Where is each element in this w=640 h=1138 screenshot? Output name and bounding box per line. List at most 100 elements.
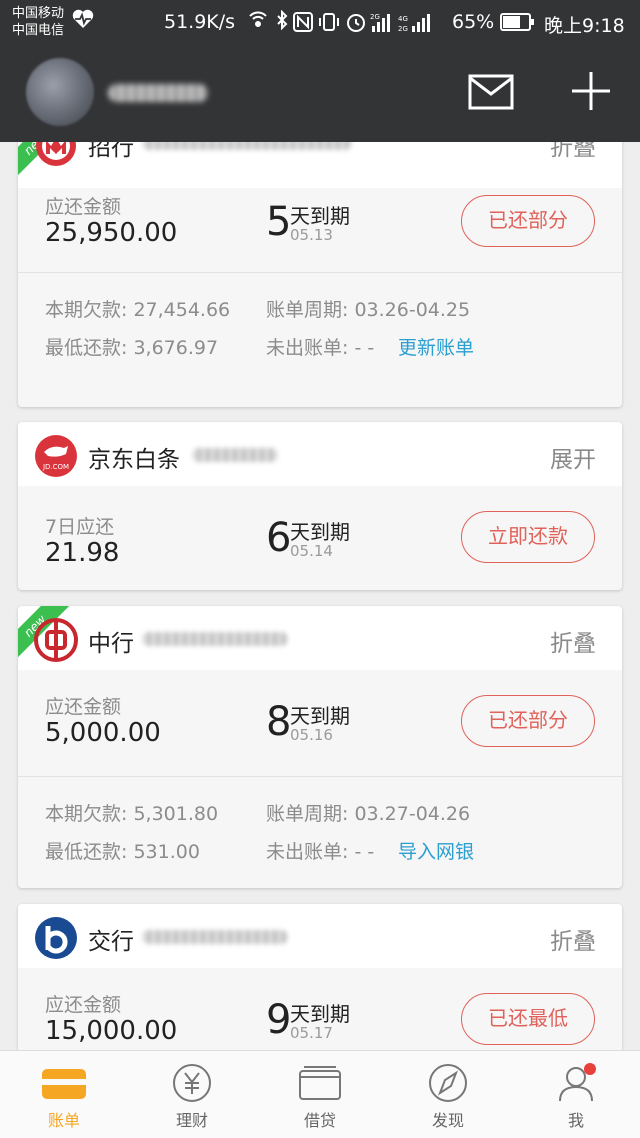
amount-value: 15,000.00 bbox=[45, 1016, 178, 1046]
card-details: 本期欠款: 5,301.80 账单周期: 03.27-04.26 最低还款: 5… bbox=[18, 776, 622, 888]
unbilled-amount: 未出账单: - - bbox=[266, 841, 375, 863]
username-redacted bbox=[108, 84, 208, 102]
user-icon bbox=[559, 1063, 596, 1102]
card-summary: 应还金额 15,000.00 9 天到期 05.17 已还最低 bbox=[18, 968, 622, 1050]
tab-bills[interactable]: 账单 bbox=[0, 1051, 128, 1138]
heart-rate-icon bbox=[72, 9, 94, 28]
tab-label: 借贷 bbox=[303, 1111, 336, 1130]
card-details: 本期欠款: 27,454.66 账单周期: 03.26-04.25 最低还款: … bbox=[18, 272, 622, 384]
system-status-icons: 2G 4G 2G bbox=[249, 10, 430, 33]
due-date: 05.16 bbox=[290, 726, 333, 744]
import-online-banking-link[interactable]: 导入网银 bbox=[398, 837, 474, 864]
carrier-2: 中国电信 bbox=[12, 23, 65, 38]
current-balance: 本期欠款: 27,454.66 bbox=[45, 299, 231, 321]
due-date: 05.13 bbox=[290, 226, 333, 244]
collapse-toggle[interactable]: 折叠 bbox=[550, 624, 596, 658]
collapse-toggle[interactable]: 折叠 bbox=[550, 922, 596, 956]
card-number-redacted bbox=[142, 632, 288, 646]
days-remaining: 8 bbox=[266, 699, 292, 745]
due-date: 05.14 bbox=[290, 542, 333, 560]
tab-wealth[interactable]: 理财 bbox=[128, 1051, 256, 1138]
carrier-1: 中国移动 bbox=[12, 6, 65, 21]
amount-value: 25,950.00 bbox=[45, 218, 178, 248]
bank-name: 中行 bbox=[88, 631, 134, 657]
svg-text:2G: 2G bbox=[398, 25, 408, 33]
avatar[interactable] bbox=[26, 58, 94, 126]
tab-loans[interactable]: 借贷 bbox=[256, 1051, 384, 1138]
days-label: 天到期 bbox=[290, 1002, 350, 1026]
min-paid-button[interactable]: 已还最低 bbox=[461, 993, 595, 1045]
days-label: 天到期 bbox=[290, 704, 350, 728]
days-remaining: 5 bbox=[266, 199, 292, 245]
svg-text:2G: 2G bbox=[370, 13, 380, 21]
network-speed: 51.9K/s bbox=[164, 11, 236, 33]
signal-4g-icon: 4G 2G bbox=[398, 14, 430, 33]
loan-card-icon bbox=[299, 1066, 341, 1100]
mail-icon[interactable] bbox=[468, 72, 514, 112]
partial-paid-button[interactable]: 已还部分 bbox=[461, 195, 595, 247]
card-summary: 7日应还 21.98 6 天到期 05.14 立即还款 bbox=[18, 486, 622, 588]
bill-list[interactable]: new 招行 折叠 应还金额 25,950.00 5 天到期 05.13 已还部… bbox=[0, 142, 640, 1050]
signal-icon: 2G bbox=[370, 13, 390, 32]
yen-coin-icon bbox=[173, 1064, 211, 1102]
card-header[interactable]: JD.COM 京东白条 展开 bbox=[18, 422, 622, 486]
days-remaining: 6 bbox=[266, 515, 292, 561]
svg-text:4G: 4G bbox=[398, 15, 408, 23]
card-summary: 应还金额 25,950.00 5 天到期 05.13 已还部分 bbox=[18, 170, 622, 272]
hotspot-icon bbox=[249, 11, 267, 27]
amount-value: 21.98 bbox=[45, 538, 120, 568]
carrier-info: 中国移动 中国电信 bbox=[12, 5, 64, 39]
amount-label: 应还金额 bbox=[45, 196, 122, 218]
bill-card-cmb[interactable]: new 招行 折叠 应还金额 25,950.00 5 天到期 05.13 已还部… bbox=[18, 142, 622, 407]
plus-icon[interactable] bbox=[570, 70, 612, 112]
vibrate-icon bbox=[319, 13, 339, 31]
days-label: 天到期 bbox=[290, 520, 350, 544]
jd-logo-icon: JD.COM bbox=[35, 435, 77, 477]
amount-label: 应还金额 bbox=[45, 696, 122, 718]
app-header bbox=[0, 46, 640, 142]
bill-card-jd[interactable]: JD.COM 京东白条 展开 7日应还 21.98 6 天到期 05.14 立即… bbox=[18, 422, 622, 590]
minimum-payment: 最低还款: 3,676.97 bbox=[45, 337, 219, 359]
bottom-tab-bar: 账单 理财 借贷 发现 我 bbox=[0, 1050, 640, 1138]
unbilled-amount: 未出账单: - - bbox=[266, 337, 375, 359]
collapse-toggle[interactable]: 折叠 bbox=[550, 142, 596, 162]
due-date: 05.17 bbox=[290, 1024, 333, 1042]
tab-me[interactable]: 我 bbox=[512, 1051, 640, 1138]
card-header[interactable]: 交行 折叠 bbox=[18, 904, 622, 968]
bocom-logo-icon bbox=[35, 917, 77, 959]
tab-label: 理财 bbox=[175, 1111, 208, 1130]
status-bar: 中国移动 中国电信 51.9K/s 2G 4G 2G 65% 晚上9:18 bbox=[0, 0, 640, 46]
days-label: 天到期 bbox=[290, 204, 350, 228]
card-header[interactable]: new 中行 折叠 bbox=[18, 606, 622, 670]
clock: 晚上9:18 bbox=[544, 15, 625, 37]
bill-card-boc[interactable]: new 中行 折叠 应还金额 5,000.00 8 天到期 05.16 已还部分… bbox=[18, 606, 622, 888]
pay-now-button[interactable]: 立即还款 bbox=[461, 511, 595, 563]
amount-value: 5,000.00 bbox=[45, 718, 161, 748]
nfc-icon bbox=[293, 12, 313, 32]
tab-label: 账单 bbox=[47, 1111, 80, 1130]
account-redacted bbox=[192, 448, 278, 462]
jd-logo-text: JD.COM bbox=[42, 463, 69, 471]
bill-card-bocom[interactable]: 交行 折叠 应还金额 15,000.00 9 天到期 05.17 已还最低 bbox=[18, 904, 622, 1050]
card-number-redacted bbox=[142, 930, 288, 944]
tab-label: 我 bbox=[567, 1111, 584, 1130]
card-number-redacted bbox=[142, 142, 352, 150]
expand-toggle[interactable]: 展开 bbox=[550, 440, 596, 474]
partial-paid-button[interactable]: 已还部分 bbox=[461, 695, 595, 747]
bank-name: 京东白条 bbox=[88, 447, 180, 473]
days-remaining: 9 bbox=[266, 997, 292, 1043]
cmb-logo-icon bbox=[36, 142, 76, 166]
bank-name: 交行 bbox=[88, 929, 134, 955]
battery-percentage: 65% bbox=[452, 11, 495, 33]
card-summary: 应还金额 5,000.00 8 天到期 05.16 已还部分 bbox=[18, 670, 622, 776]
amount-label: 应还金额 bbox=[45, 994, 122, 1016]
tab-discover[interactable]: 发现 bbox=[384, 1051, 512, 1138]
bluetooth-icon bbox=[277, 10, 288, 31]
tab-label: 发现 bbox=[431, 1111, 464, 1130]
billing-cycle: 账单周期: 03.27-04.26 bbox=[266, 803, 471, 825]
boc-logo-icon bbox=[34, 618, 78, 662]
update-bill-link[interactable]: 更新账单 bbox=[398, 333, 474, 360]
amount-label: 7日应还 bbox=[45, 516, 115, 538]
battery-icon bbox=[500, 13, 534, 31]
current-balance: 本期欠款: 5,301.80 bbox=[45, 803, 219, 825]
